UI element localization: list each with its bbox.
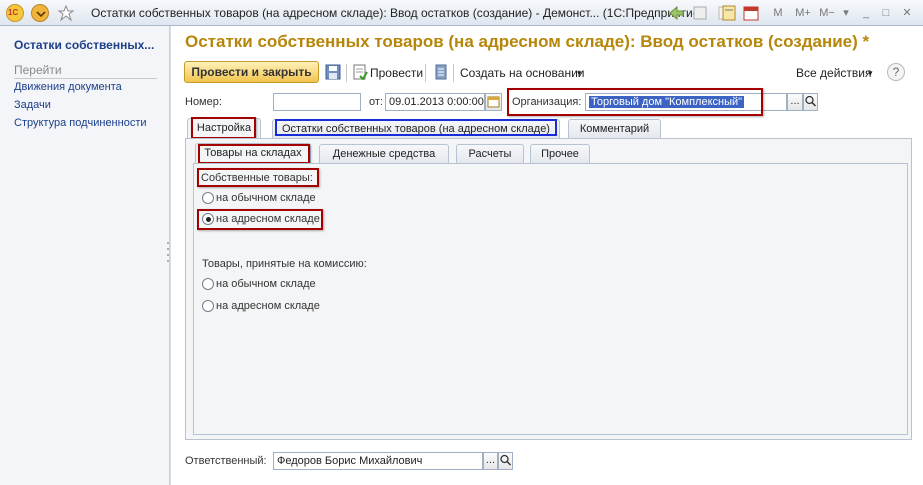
responsible-open-button[interactable] [498,452,513,470]
tab-settings-highlight-box [191,117,256,139]
calculator-icon[interactable] [720,4,738,22]
commission-address-label[interactable]: на адресном складе [216,300,320,312]
memory-plus-icon[interactable]: M+ [793,4,813,22]
memory-minus-icon[interactable]: M− [817,4,837,22]
post-button[interactable]: Провести [370,66,423,80]
own-goods-address-highlight-box [197,209,323,230]
list-icon[interactable] [433,64,449,80]
number-field[interactable] [273,93,361,111]
subtab-cash[interactable]: Денежные средства [319,144,449,164]
number-label: Номер: [185,96,222,108]
calendar-icon[interactable] [742,4,760,22]
organization-open-button[interactable] [803,93,818,111]
create-based-on-button[interactable]: Создать на основании [460,66,585,80]
commission-regular-label[interactable]: на обычном складе [216,278,316,290]
back-icon[interactable] [667,4,685,22]
print-icon[interactable] [692,4,708,22]
toolbar-separator [425,64,426,82]
date-label: от: [369,96,383,108]
sidebar-item-subordination[interactable]: Структура подчиненности [14,117,147,129]
post-icon[interactable] [352,64,368,81]
responsible-field[interactable]: Федоров Борис Михайлович [273,452,483,470]
tab-comment[interactable]: Комментарий [568,119,661,139]
date-field[interactable]: 09.01.2013 0:00:00 [385,93,485,111]
sidebar-item-tasks[interactable]: Задачи [14,99,51,111]
calendar-picker-icon[interactable] [485,93,502,111]
menu-icon[interactable] [31,4,49,22]
close-icon[interactable]: ✕ [899,4,915,22]
subtab-settlements[interactable]: Расчеты [456,144,524,164]
page-title: Остатки собственных товаров (на адресном… [185,32,870,51]
save-icon[interactable] [325,64,341,80]
dropdown-icon[interactable]: ▾ [840,4,852,22]
window-titlebar: 1С Остатки собственных товаров (на адрес… [0,0,923,26]
sidebar-title[interactable]: Остатки собственных... [14,38,154,52]
main-form: Остатки собственных товаров (на адресном… [171,26,923,485]
all-actions-button[interactable]: Все действия [796,66,871,80]
own-goods-regular-radio[interactable] [202,192,214,204]
memory-icon[interactable]: M [768,4,788,22]
organization-choose-button[interactable]: ... [787,93,803,111]
own-goods-regular-label[interactable]: на обычном складе [216,192,316,204]
organization-highlight-box [507,88,763,116]
window-title: Остатки собственных товаров (на адресном… [91,6,704,20]
favorite-icon[interactable] [57,4,75,22]
commission-regular-radio[interactable] [202,278,214,290]
minimize-icon[interactable]: _ [858,4,874,22]
logo-icon[interactable]: 1С [6,4,24,22]
sidebar-go-header: Перейти [14,63,157,79]
help-button[interactable]: ? [887,63,905,81]
responsible-choose-button[interactable]: ... [483,452,498,470]
own-goods-highlight-box [197,168,319,187]
sidebar: Остатки собственных... Перейти Движения … [0,26,170,485]
commission-goods-label: Товары, принятые на комиссию: [202,258,367,270]
toolbar-separator [346,64,347,82]
all-actions-dropdown-icon[interactable]: ▾ [868,68,873,79]
tab-own-goods-highlight-box [275,119,557,136]
subtab-other[interactable]: Прочее [530,144,590,164]
responsible-label: Ответственный: [185,455,267,467]
subtab-goods-highlight-box [198,144,310,164]
toolbar-separator [453,64,454,82]
splitter-grip[interactable] [166,240,170,266]
post-and-close-button[interactable]: Провести и закрыть [184,61,319,83]
maximize-icon[interactable]: □ [878,4,894,22]
search-icon [805,95,817,107]
logo-text: 1С [8,8,19,17]
commission-address-radio[interactable] [202,300,214,312]
create-based-on-dropdown-icon[interactable]: ▾ [577,68,582,79]
sidebar-item-movements[interactable]: Движения документа [14,81,122,93]
search-icon [500,454,512,466]
